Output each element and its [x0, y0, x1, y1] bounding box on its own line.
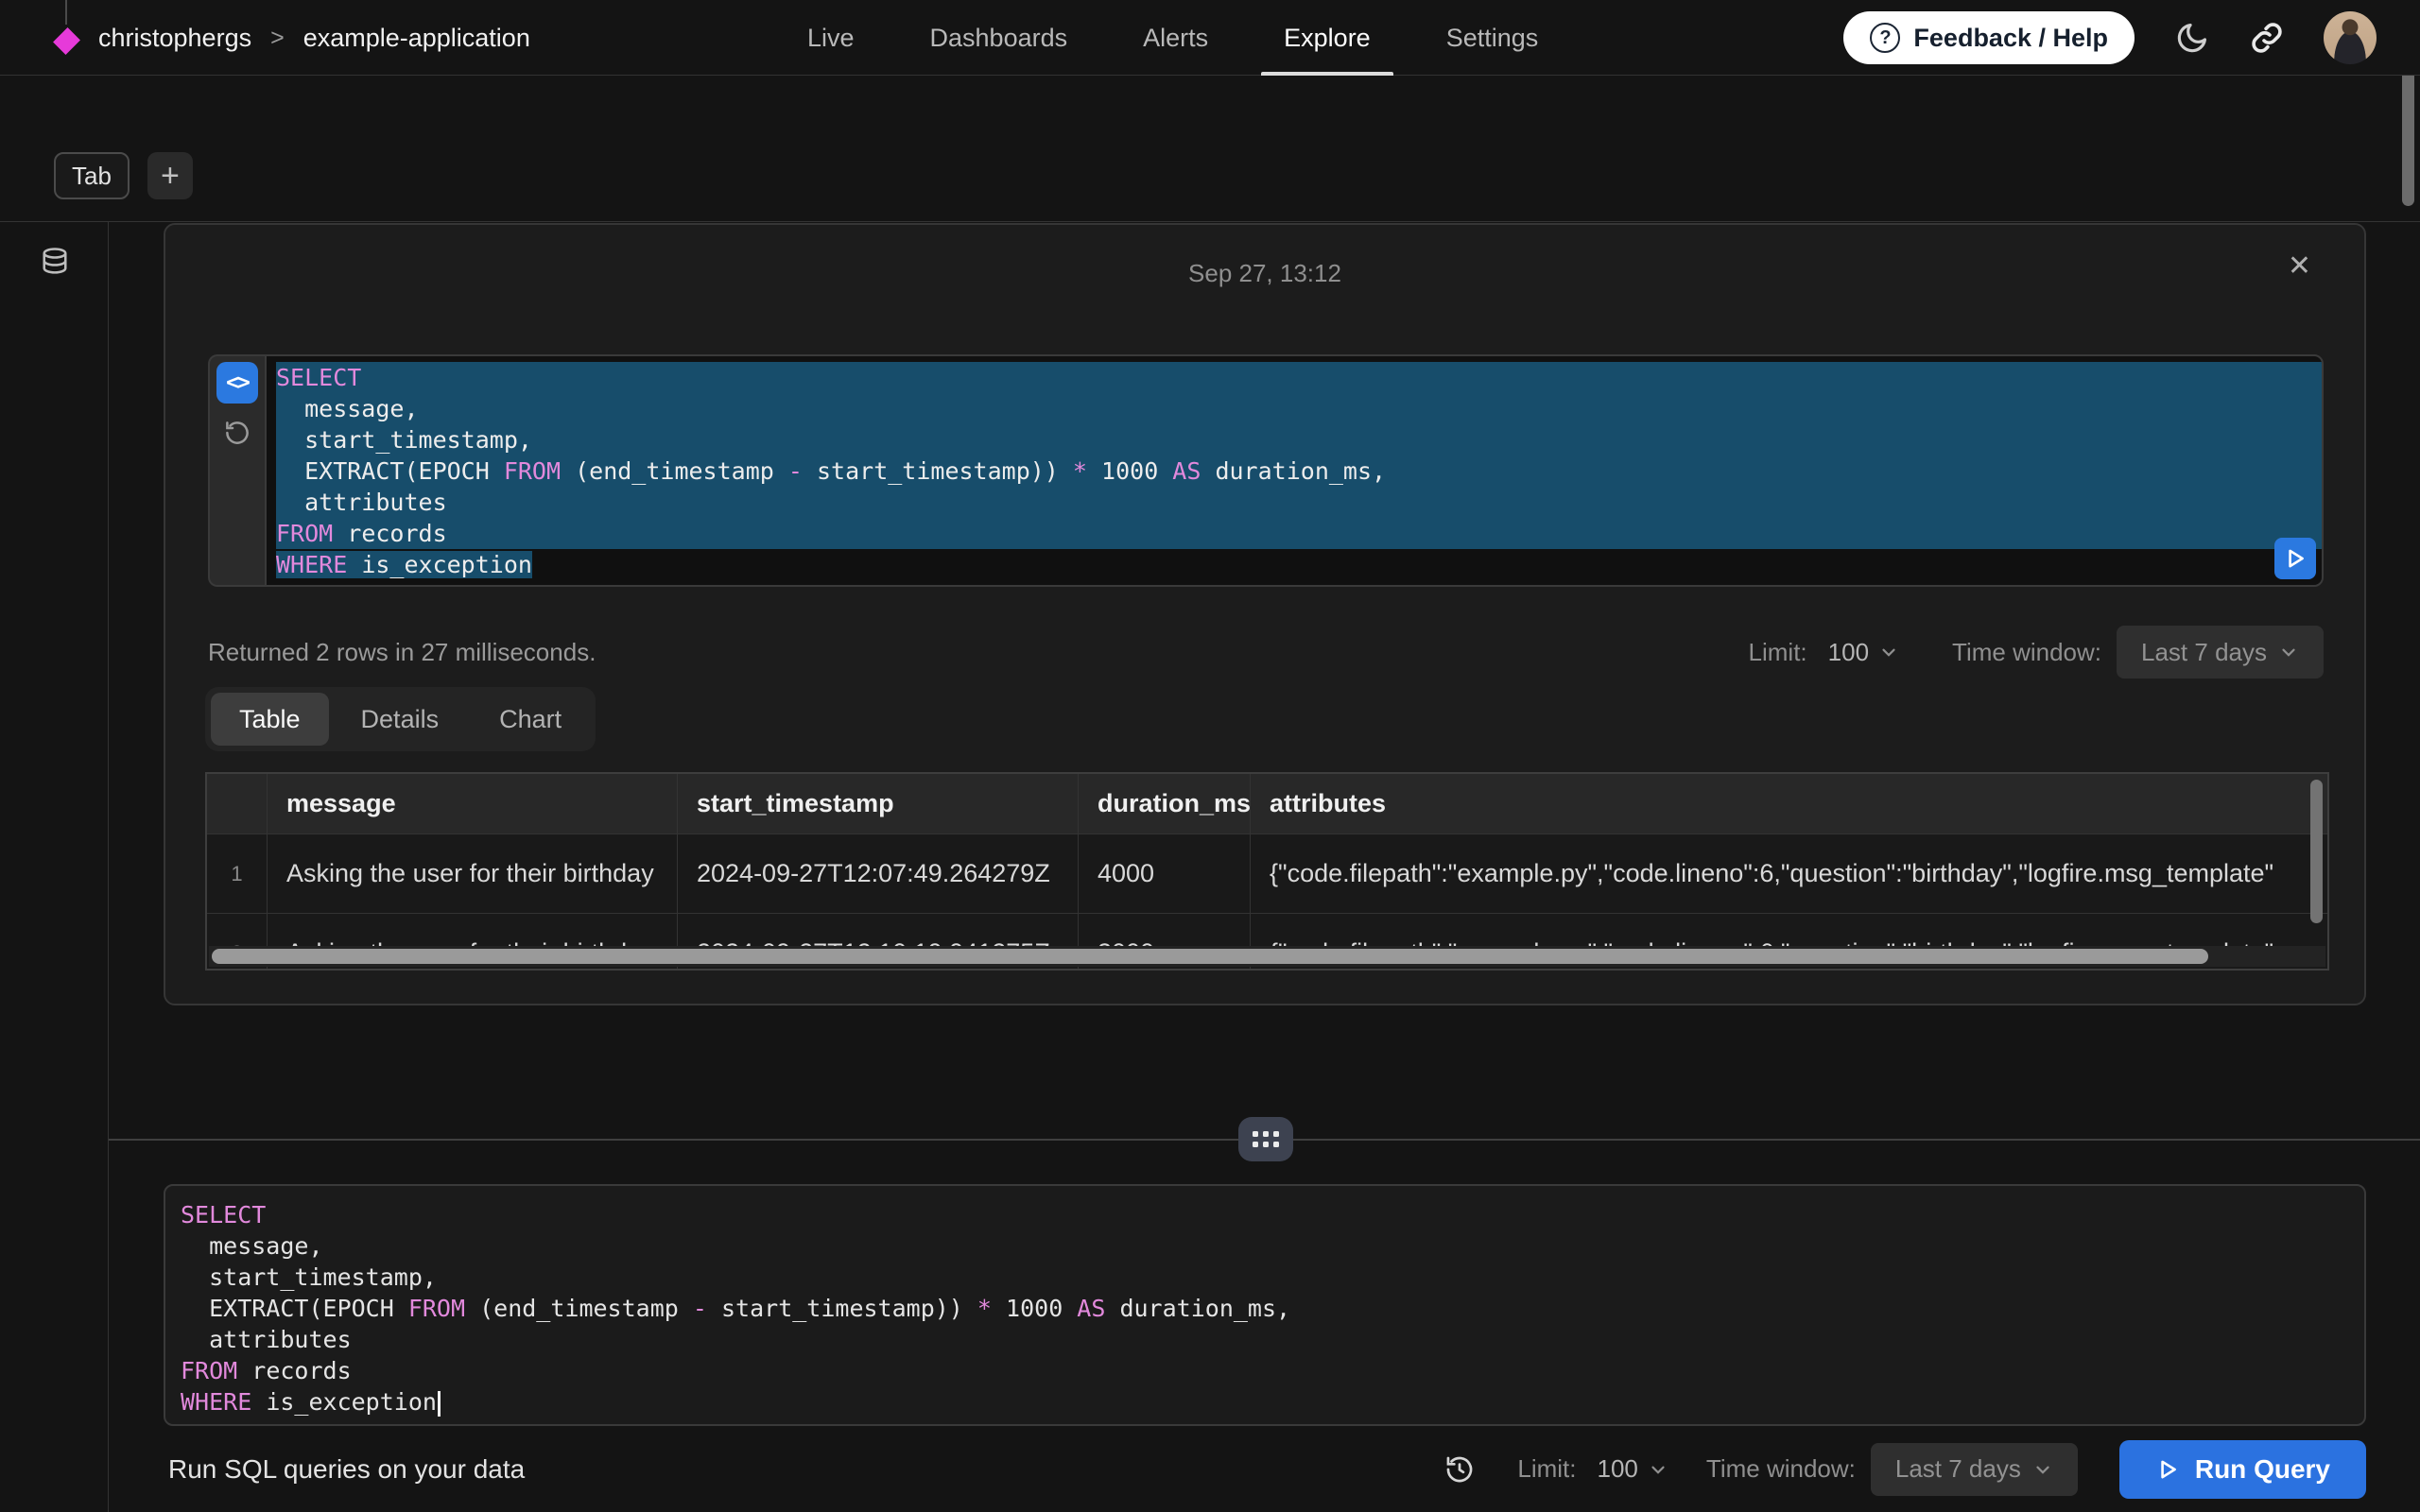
chevron-down-icon — [2278, 642, 2299, 662]
sidebar-divider — [108, 221, 109, 1512]
table-horizontal-scrollbar[interactable] — [212, 949, 2208, 964]
result-view-tabs: Table Details Chart — [205, 687, 596, 751]
table-row: 1Asking the user for their birthday2024-… — [207, 833, 2327, 913]
nav-link-alerts[interactable]: Alerts — [1120, 0, 1231, 76]
nav-link-settings[interactable]: Settings — [1424, 0, 1562, 76]
run-query-label: Run Query — [2195, 1454, 2330, 1485]
limit-label: Limit: — [1749, 638, 1807, 667]
query-tab[interactable]: Tab — [54, 152, 130, 199]
top-navbar: christophergs > example-application Live… — [0, 0, 2420, 76]
table-cell: Asking the user for their birthday — [268, 833, 678, 913]
query-tabs-row: Tab + — [54, 152, 193, 199]
tab-chart[interactable]: Chart — [471, 693, 590, 746]
table-vertical-scrollbar[interactable] — [2310, 780, 2323, 923]
sql-line: EXTRACT(EPOCH FROM (end_timestamp - star… — [276, 455, 2322, 487]
time-window-dropdown: Last 7 days — [2117, 626, 2324, 679]
sql-snippet-code[interactable]: SELECT message, start_timestamp, EXTRACT… — [265, 354, 2324, 587]
chevron-down-icon — [2032, 1459, 2053, 1480]
query-result-card: Sep 27, 13:12 ✕ <> SELECT message, start… — [164, 223, 2366, 1005]
time-window-dropdown: Last 7 days — [1871, 1443, 2078, 1496]
results-table-grid: messagestart_timestampduration_msattribu… — [207, 774, 2327, 971]
sql-line: SELECT — [181, 1199, 2364, 1230]
bottom-query-controls: Limit: 100 Time window: Last 7 days — [1517, 1443, 2077, 1496]
question-circle-icon: ? — [1870, 23, 1900, 53]
play-icon — [2155, 1457, 2180, 1482]
sql-editor[interactable]: SELECT message, start_timestamp, EXTRACT… — [164, 1184, 2366, 1426]
column-header — [207, 774, 268, 833]
sql-line: FROM records — [276, 518, 2322, 549]
table-cell: 2024-09-27T12:07:49.264279Z — [678, 833, 1079, 913]
theme-moon-icon[interactable] — [2174, 20, 2210, 56]
column-header: duration_ms — [1079, 774, 1251, 833]
table-cell: 4000 — [1079, 833, 1251, 913]
sql-gutter: <> — [208, 354, 265, 587]
sql-line: attributes — [181, 1324, 2364, 1355]
sql-line: WHERE is_exception — [181, 1386, 2364, 1418]
result-controls: Limit: 100 Time window: Last 7 days — [1749, 626, 2324, 679]
nav-right-cluster: ? Feedback / Help — [1843, 0, 2377, 76]
breadcrumb-project[interactable]: example-application — [303, 24, 530, 53]
sql-line: message, — [181, 1230, 2364, 1262]
limit-dropdown[interactable]: 100 — [1828, 638, 1869, 667]
tab-table[interactable]: Table — [211, 693, 329, 746]
sql-line: EXTRACT(EPOCH FROM (end_timestamp - star… — [181, 1293, 2364, 1324]
bottom-action-bar: Run SQL queries on your data Limit: 100 … — [0, 1426, 2420, 1512]
sql-line: start_timestamp, — [276, 424, 2322, 455]
time-window-value: Last 7 days — [1895, 1454, 2021, 1484]
run-snippet-button[interactable] — [2274, 538, 2316, 579]
share-link-icon[interactable] — [2250, 21, 2284, 55]
table-horizontal-scrollbar-track — [209, 946, 2325, 967]
limit-dropdown[interactable]: 100 — [1598, 1454, 1638, 1484]
sql-line: message, — [276, 393, 2322, 424]
splitter-drag-handle[interactable] — [1238, 1117, 1293, 1161]
user-avatar[interactable] — [2324, 11, 2377, 64]
column-header: attributes — [1251, 774, 2327, 833]
column-header: start_timestamp — [678, 774, 1079, 833]
column-header: message — [268, 774, 678, 833]
sql-snippet-block: <> SELECT message, start_timestamp, EXTR… — [208, 354, 2324, 587]
chevron-down-icon — [1648, 1459, 1668, 1480]
plus-icon: + — [161, 158, 180, 195]
limit-label: Limit: — [1517, 1454, 1576, 1484]
time-window-label: Time window: — [1952, 638, 2101, 667]
query-history-icon[interactable] — [1443, 1453, 1476, 1486]
sql-line: start_timestamp, — [181, 1262, 2364, 1293]
code-icon[interactable]: <> — [216, 362, 258, 404]
nav-links: Live Dashboards Alerts Explore Settings — [785, 0, 1561, 76]
query-timestamp: Sep 27, 13:12 — [165, 259, 2364, 288]
sql-line: WHERE is_exception — [276, 549, 2322, 580]
sql-line: FROM records — [181, 1355, 2364, 1386]
sql-line: SELECT — [276, 362, 2322, 393]
nav-link-live[interactable]: Live — [785, 0, 877, 76]
table-cell: {"code.filepath":"example.py","code.line… — [1251, 833, 2327, 913]
nav-link-dashboards[interactable]: Dashboards — [908, 0, 1091, 76]
database-schema-icon[interactable] — [38, 246, 72, 284]
time-window-value: Last 7 days — [2141, 638, 2267, 667]
result-status-row: Returned 2 rows in 27 milliseconds. Limi… — [208, 623, 2324, 681]
feedback-help-label: Feedback / Help — [1913, 24, 2108, 53]
row-number-cell: 1 — [207, 833, 268, 913]
grip-dots-icon — [1253, 1131, 1279, 1147]
result-status-text: Returned 2 rows in 27 milliseconds. — [208, 638, 596, 667]
history-icon[interactable] — [223, 419, 251, 447]
workspace-divider — [0, 221, 2420, 222]
editor-hint-text: Run SQL queries on your data — [168, 1454, 525, 1485]
breadcrumb: christophergs > example-application — [45, 0, 530, 76]
add-tab-button[interactable]: + — [147, 152, 193, 199]
tab-details[interactable]: Details — [333, 693, 468, 746]
time-window-label: Time window: — [1706, 1454, 1856, 1484]
close-icon[interactable]: ✕ — [2288, 249, 2311, 283]
sql-line: attributes — [276, 487, 2322, 518]
breadcrumb-separator-icon: > — [270, 25, 285, 52]
nav-link-explore[interactable]: Explore — [1261, 0, 1393, 76]
chevron-down-icon — [1878, 642, 1899, 662]
bottom-controls: Limit: 100 Time window: Last 7 days Run … — [1443, 1440, 2366, 1499]
text-caret — [438, 1391, 441, 1417]
breadcrumb-org[interactable]: christophergs — [98, 24, 251, 53]
results-table: messagestart_timestampduration_msattribu… — [205, 772, 2329, 971]
run-query-button[interactable]: Run Query — [2119, 1440, 2366, 1499]
brand-diamond-logo-icon[interactable] — [53, 27, 80, 55]
table-header-row: messagestart_timestampduration_msattribu… — [207, 774, 2327, 833]
feedback-help-button[interactable]: ? Feedback / Help — [1843, 11, 2135, 64]
